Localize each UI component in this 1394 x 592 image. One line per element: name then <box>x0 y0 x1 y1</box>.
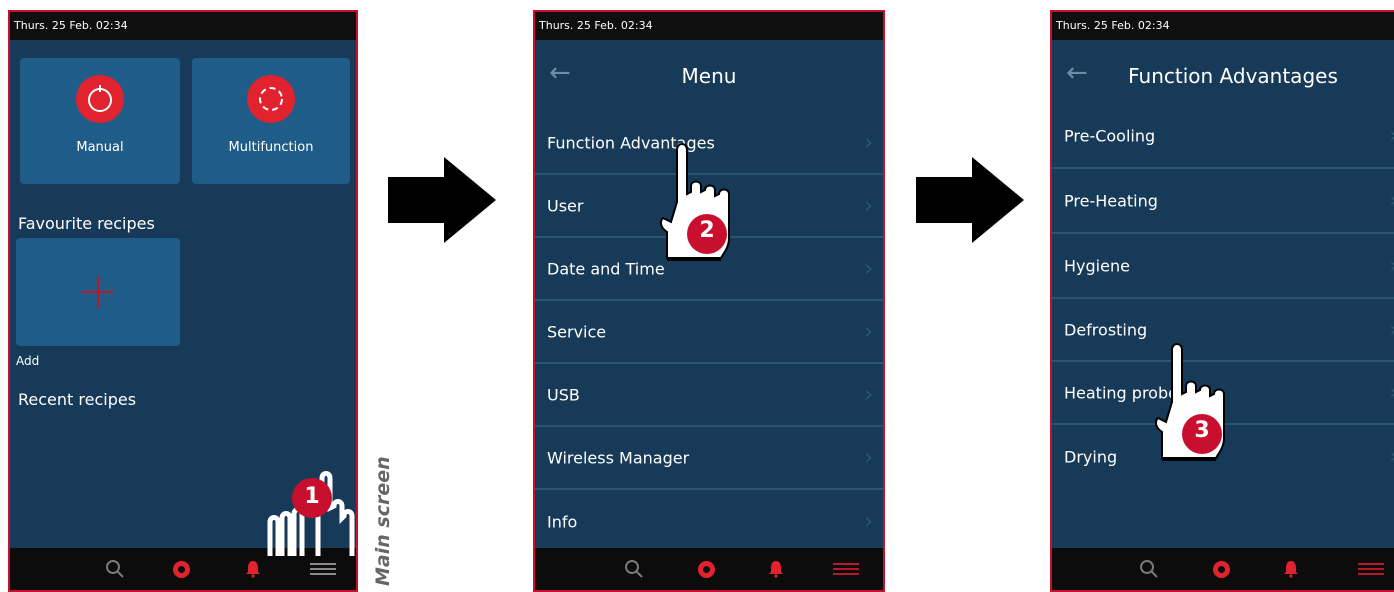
home-ring-icon[interactable] <box>1196 548 1246 590</box>
search-icon[interactable] <box>609 548 659 590</box>
right-arrow-icon <box>388 157 496 243</box>
step-badge-3: 3 <box>1194 418 1210 443</box>
chevron-right-icon: › <box>864 509 873 534</box>
menu-item-label: Drying <box>1064 447 1118 466</box>
menu-item-label: USB <box>547 385 580 404</box>
search-icon[interactable] <box>1124 548 1174 590</box>
status-bar: Thurs. 25 Feb. 02:34 <box>535 12 883 40</box>
bottom-nav <box>1052 548 1394 590</box>
page-title: Menu <box>681 64 737 88</box>
step-badge-2: 2 <box>699 218 715 243</box>
tile-multifunction[interactable]: Multifunction <box>192 58 350 184</box>
menu-item-label: Date and Time <box>547 259 665 278</box>
menu-item-label: Info <box>547 512 578 531</box>
chevron-right-icon: › <box>864 445 873 470</box>
tile-multifunction-label: Multifunction <box>228 140 314 155</box>
tap-hand-icon <box>659 143 730 261</box>
main-screen: Thurs. 25 Feb. 02:34 Manual Multifunctio… <box>8 10 358 592</box>
menu-item-hygiene[interactable]: Hygiene › <box>1052 234 1394 299</box>
status-bar: Thurs. 25 Feb. 02:34 <box>1052 12 1394 40</box>
bell-icon[interactable] <box>1266 548 1316 590</box>
menu-item-usb[interactable]: USB › <box>535 364 883 427</box>
chevron-right-icon: › <box>1389 188 1394 213</box>
favourites-heading: Favourite recipes <box>18 214 155 233</box>
power-icon <box>76 75 124 123</box>
menu-screen: Thurs. 25 Feb. 02:34 ← Menu Function Adv… <box>533 10 885 592</box>
tile-manual-label: Manual <box>76 140 124 155</box>
menu-item-pre-cooling[interactable]: Pre-Cooling › <box>1052 104 1394 169</box>
status-datetime: Thurs. 25 Feb. 02:34 <box>1056 19 1170 32</box>
page-title: Function Advantages <box>1128 64 1338 88</box>
menu-item-wireless-manager[interactable]: Wireless Manager › <box>535 427 883 490</box>
tile-manual[interactable]: Manual <box>20 58 180 184</box>
main-screen-caption: Main screen <box>372 456 394 586</box>
bottom-nav <box>535 548 883 590</box>
menu-item-label: Hygiene <box>1064 256 1130 275</box>
right-arrow-icon <box>916 157 1024 243</box>
multifunction-icon <box>247 75 295 123</box>
menu-item-pre-heating[interactable]: Pre-Heating › <box>1052 169 1394 234</box>
status-datetime: Thurs. 25 Feb. 02:34 <box>14 19 128 32</box>
chevron-right-icon: › <box>864 193 873 218</box>
status-bar: Thurs. 25 Feb. 02:34 <box>10 12 356 40</box>
chevron-right-icon: › <box>864 256 873 281</box>
chevron-right-icon: › <box>864 319 873 344</box>
menu-item-label: Service <box>547 322 607 341</box>
home-ring-icon[interactable] <box>156 548 206 590</box>
menu-item-info[interactable]: Info › <box>535 490 883 553</box>
tap-hand-icon <box>1154 343 1225 461</box>
chevron-right-icon: › <box>864 382 873 407</box>
home-ring-icon[interactable] <box>681 548 731 590</box>
chevron-right-icon: › <box>1389 123 1394 148</box>
step-badge-1: 1 <box>304 484 320 509</box>
chevron-right-icon: › <box>864 130 873 155</box>
bell-icon[interactable] <box>751 548 801 590</box>
chevron-right-icon: › <box>1389 253 1394 278</box>
function-advantages-screen: Thurs. 25 Feb. 02:34 ← Function Advantag… <box>1050 10 1394 592</box>
search-icon[interactable] <box>90 548 140 590</box>
menu-item-label: User <box>547 196 584 215</box>
recent-heading: Recent recipes <box>18 390 137 409</box>
menu-item-label: Pre-Cooling <box>1064 126 1156 145</box>
menu-item-label: Wireless Manager <box>547 448 690 467</box>
menu-icon[interactable] <box>1346 548 1394 590</box>
plus-icon <box>82 276 114 308</box>
chevron-right-icon: › <box>1389 380 1394 405</box>
menu-icon[interactable] <box>821 548 871 590</box>
add-recipe-button[interactable] <box>16 238 180 346</box>
menu-item-service[interactable]: Service › <box>535 301 883 364</box>
status-datetime: Thurs. 25 Feb. 02:34 <box>539 19 653 32</box>
chevron-right-icon: › <box>1389 444 1394 469</box>
chevron-right-icon: › <box>1389 317 1394 342</box>
menu-item-label: Pre-Heating <box>1064 191 1158 210</box>
menu-item-label: Defrosting <box>1064 320 1148 339</box>
add-label: Add <box>16 354 40 368</box>
